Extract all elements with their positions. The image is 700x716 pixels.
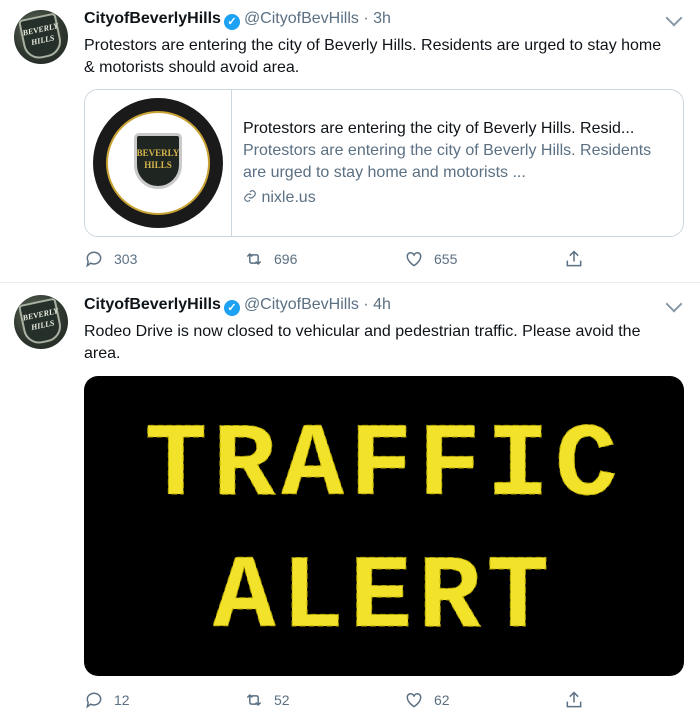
reply-count: 12 xyxy=(114,692,130,708)
card-domain[interactable]: nixle.us xyxy=(261,189,315,206)
led-line-2: ALERT xyxy=(213,540,555,658)
card-body: Protestors are entering the city of Beve… xyxy=(243,118,673,209)
beverly-hills-shield-icon: BEVERLY HILLS xyxy=(18,12,64,62)
chevron-down-icon[interactable] xyxy=(665,295,683,313)
tweet-header: CityofBeverlyHills ✓ @CityofBevHills · 3h xyxy=(84,10,391,30)
beverly-hills-shield-icon: BEVERLY HILLS xyxy=(18,297,64,347)
like-count: 62 xyxy=(434,692,450,708)
led-line-1: TRAFFIC xyxy=(145,408,624,526)
link-card[interactable]: BEVERLY HILLS Protestors are entering the… xyxy=(84,89,684,237)
emergency-management-seal-icon: BEVERLY HILLS xyxy=(93,98,223,228)
retweet-count: 52 xyxy=(274,692,290,708)
card-image: BEVERLY HILLS xyxy=(85,90,232,236)
share-icon xyxy=(566,691,582,708)
share-button[interactable] xyxy=(564,247,584,271)
traffic-alert-sign: TRAFFIC ALERT xyxy=(144,408,624,659)
retweet-button[interactable]: 696 xyxy=(244,247,297,271)
like-icon xyxy=(406,251,422,267)
share-icon xyxy=(566,250,582,267)
tweet[interactable]: BEVERLY HILLS CityofBeverlyHills ✓ @CityofB… xyxy=(0,283,700,716)
tweet[interactable]: BEVERLY HILLS CityofBeverlyHills ✓ @CityofB… xyxy=(0,0,700,283)
tweet-actions: 12 52 62 xyxy=(84,688,604,712)
retweet-icon xyxy=(246,693,262,707)
verified-badge-icon: ✓ xyxy=(223,14,240,30)
author-name[interactable]: CityofBeverlyHills xyxy=(84,296,221,313)
reply-icon xyxy=(86,251,102,268)
tweet-media-image[interactable]: TRAFFIC ALERT xyxy=(84,376,684,676)
tweet-time[interactable]: · 4h xyxy=(363,296,391,313)
tweet-time[interactable]: · 3h xyxy=(363,10,391,27)
card-link[interactable]: nixle.us xyxy=(243,187,673,209)
share-button[interactable] xyxy=(564,688,584,712)
reply-button[interactable]: 12 xyxy=(84,688,130,712)
avatar[interactable]: BEVERLY HILLS xyxy=(14,295,68,349)
reply-button[interactable]: 303 xyxy=(84,247,137,271)
link-icon xyxy=(244,190,256,202)
retweet-button[interactable]: 52 xyxy=(244,688,290,712)
tweet-header: CityofBeverlyHills ✓ @CityofBevHills · 4h xyxy=(84,296,391,316)
like-icon xyxy=(406,692,422,708)
tweet-text: Rodeo Drive is now closed to vehicular a… xyxy=(84,323,641,362)
author-handle[interactable]: @CityofBevHills xyxy=(244,10,359,27)
retweet-count: 696 xyxy=(274,251,298,267)
tweet-text: Protestors are entering the city of Beve… xyxy=(84,37,662,76)
like-button[interactable]: 62 xyxy=(404,688,450,712)
card-title: Protestors are entering the city of Beve… xyxy=(243,120,635,137)
tweet-actions: 303 696 655 xyxy=(84,247,604,271)
avatar[interactable]: BEVERLY HILLS xyxy=(14,10,68,64)
like-count: 655 xyxy=(434,251,458,267)
author-handle[interactable]: @CityofBevHills xyxy=(244,296,359,313)
reply-count: 303 xyxy=(114,251,138,267)
chevron-down-icon[interactable] xyxy=(665,9,683,27)
reply-icon xyxy=(86,692,102,709)
card-description: Protestors are entering the city of Beve… xyxy=(243,142,652,181)
author-name[interactable]: CityofBeverlyHills xyxy=(84,10,221,27)
verified-badge-icon: ✓ xyxy=(223,300,240,316)
retweet-icon xyxy=(246,252,262,266)
like-button[interactable]: 655 xyxy=(404,247,457,271)
